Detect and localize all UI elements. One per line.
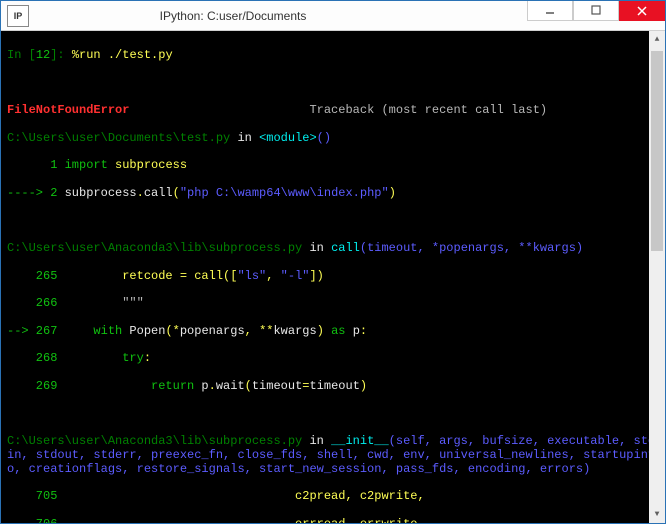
vertical-scrollbar[interactable]: ▲ ▼: [649, 31, 665, 523]
minimize-button[interactable]: [527, 1, 573, 21]
error-name: FileNotFoundError: [7, 103, 129, 117]
titlebar: IP IPython: C:user/Documents: [1, 1, 665, 31]
scrollbar-thumb[interactable]: [651, 51, 663, 251]
kw-import: import: [65, 158, 108, 172]
line-num: 706: [7, 517, 65, 523]
fn-name: __init__: [331, 434, 389, 448]
prompt-num: 12: [36, 48, 50, 62]
frame-path: C:\Users\user\Anaconda3\lib\subprocess.p…: [7, 434, 302, 448]
line-num: 1: [7, 158, 65, 172]
prompt-in: In [: [7, 48, 36, 62]
close-button[interactable]: [619, 1, 665, 21]
frame-path: C:\Users\user\Anaconda3\lib\subprocess.p…: [7, 241, 302, 255]
line-num: 269: [7, 379, 65, 393]
fn-name: call: [331, 241, 360, 255]
string-literal: "php C:\wamp64\www\index.php": [180, 186, 389, 200]
scroll-down-button[interactable]: ▼: [649, 506, 665, 523]
arrow-line: ----> 2: [7, 186, 65, 200]
scroll-up-button[interactable]: ▲: [649, 31, 665, 48]
window-title: IPython: C:user/Documents: [0, 9, 527, 23]
cmd-text: %run ./test.py: [72, 48, 173, 62]
frame-path: C:\Users\user\Documents\test.py: [7, 131, 230, 145]
line-num: 266: [7, 296, 65, 310]
line-num: 268: [7, 351, 65, 365]
line-num: 705: [7, 489, 65, 503]
maximize-button[interactable]: [573, 1, 619, 21]
module-name: <module>: [259, 131, 317, 145]
line-num: 265: [7, 269, 65, 283]
arrow-line: --> 267: [7, 324, 65, 338]
fn-sig: (timeout, *popenargs, **kwargs): [360, 241, 583, 255]
terminal-output[interactable]: In [12]: %run ./test.py FileNotFoundErro…: [1, 31, 665, 523]
prompt-close: ]:: [50, 48, 72, 62]
traceback-label: Traceback (most recent call last): [309, 103, 547, 117]
